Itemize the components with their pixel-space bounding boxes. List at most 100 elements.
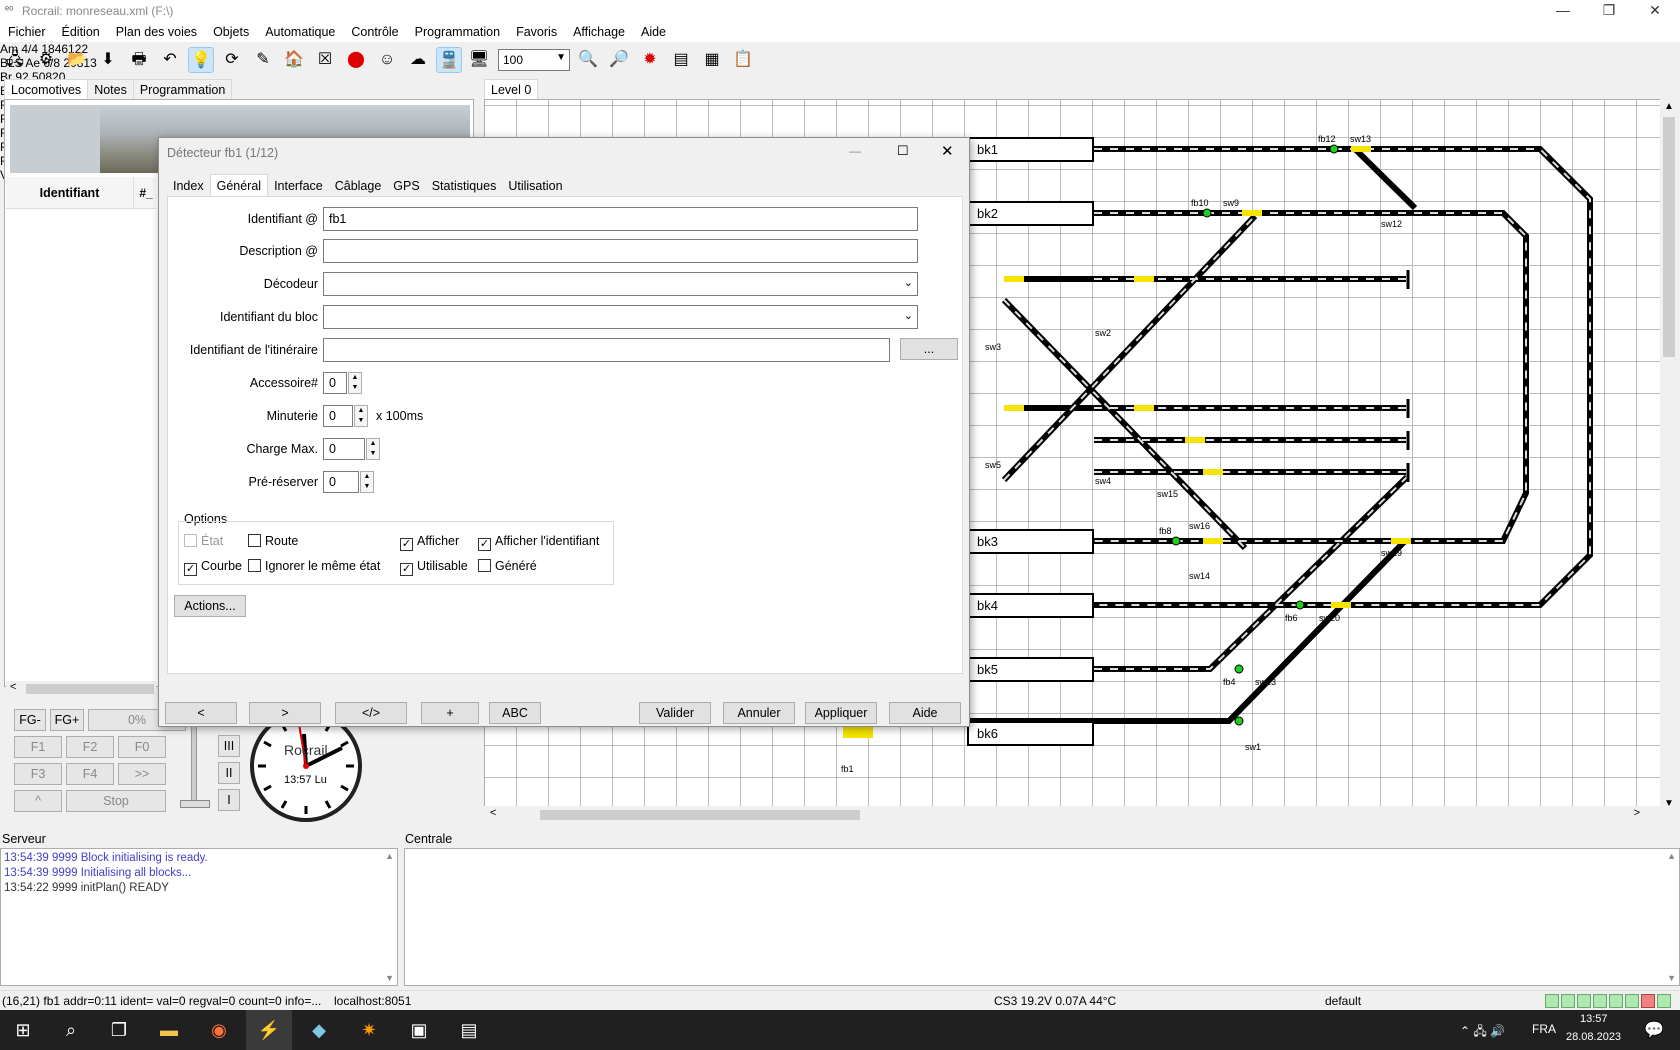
gear3-button[interactable]: III bbox=[218, 735, 240, 757]
print-icon[interactable]: 🖶 bbox=[126, 47, 152, 73]
menu-controle[interactable]: Contrôle bbox=[343, 22, 406, 39]
record-icon[interactable]: ⬤ bbox=[343, 47, 369, 73]
search-icon[interactable]: ⌕ bbox=[48, 1010, 94, 1050]
loco-row[interactable]: Ee 3/3 163826 bbox=[0, 84, 1680, 98]
fg-plus-button[interactable]: FG+ bbox=[50, 709, 84, 731]
f2-button[interactable]: F2 bbox=[66, 736, 114, 758]
actions-button[interactable]: Actions... bbox=[174, 595, 246, 617]
menu-automatique[interactable]: Automatique bbox=[257, 22, 343, 39]
speed-slider[interactable] bbox=[191, 725, 197, 805]
app-icon[interactable]: ◆ bbox=[296, 1010, 342, 1050]
spin-arrows-icon[interactable]: ▲ ▼ bbox=[366, 438, 380, 460]
tab-statistiques[interactable]: Statistiques bbox=[426, 175, 503, 197]
file-explorer-icon[interactable]: ▬ bbox=[146, 1010, 192, 1050]
notification-icon[interactable]: 💬 bbox=[1644, 1020, 1664, 1040]
clock-date-tray[interactable]: 28.08.2023 bbox=[1566, 1031, 1621, 1043]
menu-programmation[interactable]: Programmation bbox=[407, 22, 508, 39]
list-icon[interactable]: ▦ bbox=[699, 47, 725, 73]
block-bk4[interactable]: bk4 bbox=[967, 593, 1094, 618]
menu-favoris[interactable]: Favoris bbox=[508, 22, 565, 39]
scroll-up-icon[interactable]: ▲ bbox=[385, 851, 394, 861]
col-identifiant[interactable]: Identifiant bbox=[6, 177, 134, 209]
dialog-minimize-button[interactable]: — bbox=[849, 144, 861, 158]
scroll-up-icon[interactable]: ▲ bbox=[1667, 851, 1676, 861]
code-button[interactable]: </> bbox=[335, 702, 407, 724]
plan-vscroll[interactable]: ▲ ▼ bbox=[1660, 99, 1678, 811]
dialog-maximize-button[interactable]: ☐ bbox=[897, 143, 909, 159]
add-button[interactable]: + bbox=[421, 702, 479, 724]
timer-spinner[interactable]: 0 ▲ ▼ bbox=[323, 405, 368, 427]
col-number[interactable]: #_ bbox=[134, 177, 158, 209]
block-bk6[interactable]: bk6 bbox=[967, 721, 1094, 746]
bulb-icon[interactable]: 💡 bbox=[188, 47, 214, 73]
block-bk1[interactable]: bk1 bbox=[967, 137, 1094, 162]
firefox-icon[interactable]: ◉ bbox=[196, 1010, 242, 1050]
smiley-icon[interactable]: ☺ bbox=[374, 47, 400, 73]
notes-icon[interactable]: 📋 bbox=[730, 47, 756, 73]
block-bk2[interactable]: bk2 bbox=[967, 201, 1094, 226]
tray-icons[interactable]: ⌃ 🖧 🔊 bbox=[1460, 1022, 1505, 1043]
option-afficher-id[interactable]: ✓ Afficher l'identifiant bbox=[478, 534, 599, 551]
id-field[interactable]: fb1 bbox=[323, 207, 918, 231]
menu-affichage[interactable]: Affichage bbox=[565, 22, 633, 39]
menu-fichier[interactable]: Fichier bbox=[0, 22, 54, 39]
spin-arrows-icon[interactable]: ▲ ▼ bbox=[348, 372, 362, 394]
f1-button[interactable]: F1 bbox=[14, 736, 62, 758]
server-log[interactable]: 13:54:39 9999 Block initialising is read… bbox=[0, 848, 398, 986]
menu-aide[interactable]: Aide bbox=[633, 22, 674, 39]
option-etat[interactable]: État bbox=[184, 534, 223, 548]
f4-button[interactable]: F4 bbox=[66, 763, 114, 785]
menu-objets[interactable]: Objets bbox=[205, 22, 257, 39]
menu-plan[interactable]: Plan des voies bbox=[108, 22, 205, 39]
tab-cablage[interactable]: Câblage bbox=[329, 175, 388, 197]
more-functions-button[interactable]: >> bbox=[118, 763, 166, 785]
f3-button[interactable]: F3 bbox=[14, 763, 62, 785]
language[interactable]: FRA bbox=[1532, 1022, 1556, 1036]
cancel-button[interactable]: Annuler bbox=[723, 702, 795, 724]
next-button[interactable]: > bbox=[249, 702, 321, 724]
minimize-button[interactable]: — bbox=[1540, 0, 1586, 22]
block-bk5[interactable]: bk5 bbox=[967, 657, 1094, 682]
close-button[interactable]: ✕ bbox=[1632, 0, 1678, 22]
rocrail-icon[interactable]: ⚡ bbox=[246, 1010, 292, 1050]
gear2-button[interactable]: II bbox=[218, 762, 240, 784]
tab-index[interactable]: Index bbox=[167, 175, 210, 197]
ok-button[interactable]: Valider bbox=[639, 702, 711, 724]
help-button[interactable]: Aide bbox=[889, 702, 961, 724]
option-courbe[interactable]: ✓ Courbe bbox=[184, 559, 242, 576]
gear1-button[interactable]: I bbox=[218, 789, 240, 811]
zoom-in-icon[interactable]: 🔍 bbox=[575, 47, 601, 73]
prev-button[interactable]: < bbox=[165, 702, 237, 724]
abc-button[interactable]: ABC bbox=[489, 702, 541, 724]
cloud-icon[interactable]: ☁ bbox=[405, 47, 431, 73]
monitor-icon[interactable]: 🖥 bbox=[466, 47, 492, 73]
option-genere[interactable]: Généré bbox=[478, 559, 537, 573]
emergency-icon[interactable]: ✹ bbox=[637, 47, 663, 73]
spin-arrows-icon[interactable]: ▲ ▼ bbox=[360, 471, 374, 493]
prereserve-spinner[interactable]: 0 ▲ ▼ bbox=[323, 471, 374, 493]
option-afficher[interactable]: ✓ Afficher bbox=[400, 534, 459, 551]
dialog-close-button[interactable]: ✕ bbox=[941, 142, 954, 160]
settings-app-icon[interactable]: ✷ bbox=[346, 1010, 392, 1050]
route-id-field[interactable] bbox=[323, 338, 890, 362]
menu-edition[interactable]: Édition bbox=[54, 22, 108, 39]
table-icon[interactable]: ▤ bbox=[668, 47, 694, 73]
accessory-spinner[interactable]: 0 ▲ ▼ bbox=[323, 372, 362, 394]
tab-level0[interactable]: Level 0 bbox=[484, 79, 539, 100]
plan-hscroll[interactable]: < > bbox=[484, 806, 1664, 824]
fg-minus-button[interactable]: FG- bbox=[14, 709, 46, 731]
task-view-icon[interactable]: ❐ bbox=[96, 1010, 142, 1050]
tab-locomotives[interactable]: Locomotives bbox=[4, 79, 89, 100]
settings-icon[interactable]: ⚙ bbox=[33, 47, 59, 73]
undo-icon[interactable]: ↶ bbox=[157, 47, 183, 73]
description-field[interactable] bbox=[323, 239, 918, 263]
scroll-down-icon[interactable]: ▼ bbox=[1667, 973, 1676, 983]
tab-gps[interactable]: GPS bbox=[387, 175, 425, 197]
tab-programmation[interactable]: Programmation bbox=[132, 79, 233, 100]
option-route[interactable]: Route bbox=[248, 534, 298, 548]
open-icon[interactable]: 📂 bbox=[64, 47, 90, 73]
tab-notes[interactable]: Notes bbox=[87, 79, 134, 100]
train-icon[interactable]: 🚆 bbox=[436, 47, 462, 73]
tab-interface[interactable]: Interface bbox=[268, 175, 329, 197]
connect-icon[interactable]: 🖧 bbox=[2, 47, 28, 73]
